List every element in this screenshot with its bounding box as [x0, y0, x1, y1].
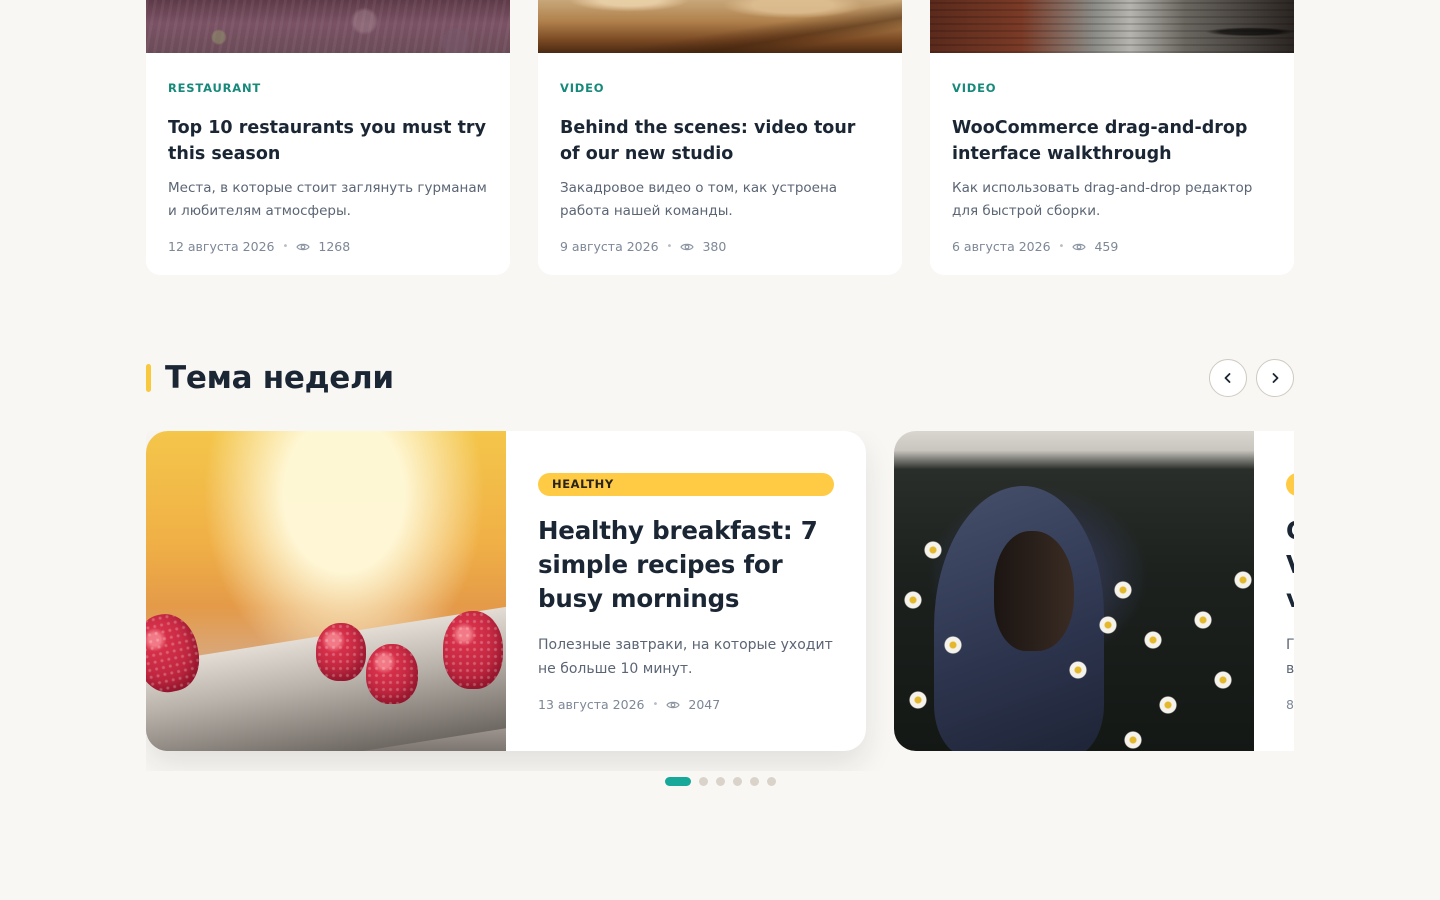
hooded-person-in-daisies-photo[interactable]: [894, 431, 1254, 751]
post-category[interactable]: VIDEO: [560, 81, 880, 95]
post-card-woocommerce[interactable]: VIDEO WooCommerce drag-and-drop interfac…: [930, 0, 1294, 275]
daisy: [1144, 631, 1162, 649]
meta-separator: •: [666, 241, 673, 252]
prev-slide-button[interactable]: [1209, 359, 1247, 397]
pagination-dot-6[interactable]: [767, 776, 776, 786]
slider-pagination: [665, 776, 776, 786]
post-excerpt: Как использовать drag-and-drop редактор …: [952, 180, 1253, 219]
raspberry: [443, 611, 503, 689]
daisy: [909, 691, 927, 709]
post-date: 12 августа 2026: [168, 239, 275, 254]
post-date: 6 августа 2026: [952, 239, 1051, 254]
post-views: 459: [1094, 239, 1119, 254]
meta-separator: •: [1058, 241, 1065, 252]
pagination-dot-4[interactable]: [733, 776, 742, 786]
post-category[interactable]: VIDEO: [952, 81, 1272, 95]
daisy: [1099, 616, 1117, 634]
daisy: [1114, 581, 1132, 599]
slide-category-badge[interactable]: [1286, 473, 1294, 496]
post-excerpt: Места, в которые стоит заглянуть гурмана…: [168, 180, 487, 219]
slide-date: 8: [1286, 697, 1294, 712]
post-views: 1268: [318, 239, 351, 254]
raspberries-photo[interactable]: [146, 431, 506, 751]
desert-hills-photo[interactable]: [538, 0, 902, 53]
section-title: Тема недели: [165, 360, 394, 396]
slide-excerpt: Г в: [1286, 637, 1294, 677]
next-slide-button[interactable]: [1256, 359, 1294, 397]
daisy: [924, 541, 942, 559]
post-title[interactable]: Behind the scenes: video tour of our new…: [560, 115, 880, 167]
post-meta: 6 августа 2026 • 459: [952, 239, 1272, 254]
eye-icon: [1072, 243, 1087, 250]
week-topic-slider[interactable]: HEALTHY Healthy breakfast: 7 simple reci…: [146, 431, 1294, 771]
week-topic-header: Тема недели: [146, 359, 1294, 397]
slide-meta: 8: [1286, 697, 1294, 712]
section-accent-bar: [146, 364, 151, 392]
raspberry: [316, 623, 366, 681]
slide-healthy-breakfast[interactable]: HEALTHY Healthy breakfast: 7 simple reci…: [146, 431, 866, 751]
daisy: [1214, 671, 1232, 689]
slide-title[interactable]: C V v: [1286, 514, 1294, 616]
eye-icon: [680, 243, 695, 250]
pagination-dot-3[interactable]: [716, 776, 725, 786]
eye-icon: [296, 243, 311, 250]
slide-meta: 13 августа 2026 • 2047: [538, 697, 834, 712]
daisy: [1194, 611, 1212, 629]
slider-nav: [1209, 359, 1294, 397]
slide-excerpt: Полезные завтраки, на которые уходит не …: [538, 637, 833, 677]
slide-date: 13 августа 2026: [538, 697, 645, 712]
chevron-right-icon: [1272, 373, 1279, 383]
restaurant-photo[interactable]: [146, 0, 510, 53]
post-date: 9 августа 2026: [560, 239, 659, 254]
daisy: [944, 636, 962, 654]
slide-title[interactable]: Healthy breakfast: 7 simple recipes for …: [538, 514, 834, 616]
alley-photo[interactable]: [930, 0, 1294, 53]
post-category[interactable]: RESTAURANT: [168, 81, 488, 95]
post-meta: 9 августа 2026 • 380: [560, 239, 880, 254]
top-posts-row: RESTAURANT Top 10 restaurants you must t…: [146, 0, 1294, 275]
daisy: [1159, 696, 1177, 714]
post-card-studio-video[interactable]: VIDEO Behind the scenes: video tour of o…: [538, 0, 902, 275]
post-title[interactable]: Top 10 restaurants you must try this sea…: [168, 115, 488, 167]
post-title[interactable]: WooCommerce drag-and-drop interface walk…: [952, 115, 1272, 167]
slide-views: 2047: [688, 697, 721, 712]
pagination-dot-5[interactable]: [750, 776, 759, 786]
face-shape: [994, 531, 1074, 651]
post-card-restaurants[interactable]: RESTAURANT Top 10 restaurants you must t…: [146, 0, 510, 275]
daisy: [1124, 731, 1142, 749]
post-views: 380: [702, 239, 727, 254]
daisy: [904, 591, 922, 609]
post-meta: 12 августа 2026 • 1268: [168, 239, 488, 254]
slide-next-partial[interactable]: C V v Г в 8: [894, 431, 1294, 751]
pagination-dot-2[interactable]: [699, 776, 708, 786]
chevron-left-icon: [1224, 373, 1231, 383]
pagination-dot-1[interactable]: [665, 776, 691, 786]
daisy: [1234, 571, 1252, 589]
eye-icon: [666, 701, 681, 708]
slide-category-badge[interactable]: HEALTHY: [538, 473, 834, 496]
meta-separator: •: [282, 241, 289, 252]
daisy: [1069, 661, 1087, 679]
raspberry: [366, 644, 418, 704]
post-excerpt: Закадровое видео о том, как устроена раб…: [560, 180, 838, 219]
meta-separator: •: [652, 699, 659, 710]
